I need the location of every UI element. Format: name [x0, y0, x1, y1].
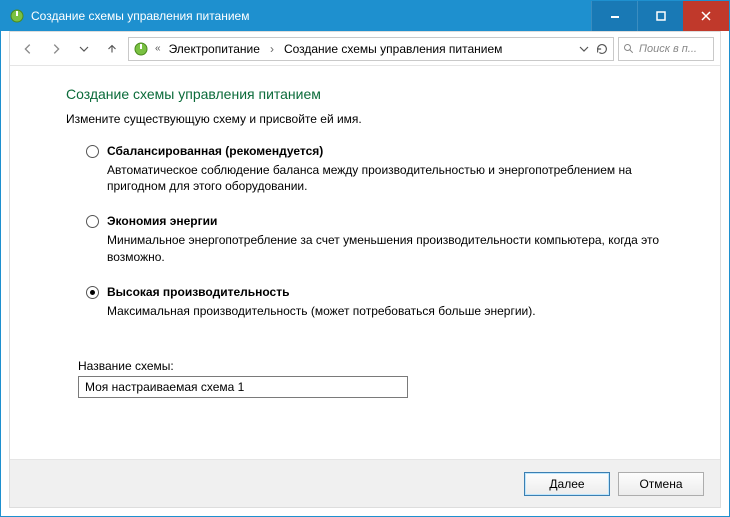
plan-name-label: Название схемы: [78, 359, 680, 373]
plan-name-input[interactable] [78, 376, 408, 398]
option-description: Автоматическое соблюдение баланса между … [107, 162, 667, 194]
nav-forward-button[interactable] [44, 37, 68, 61]
option-power-saver[interactable]: Экономия энергии Минимальное энергопотре… [66, 214, 680, 264]
breadcrumb-chevron-icon: « [153, 43, 163, 54]
option-balanced[interactable]: Сбалансированная (рекомендуется) Автомат… [66, 144, 680, 194]
window-controls [591, 1, 729, 31]
minimize-button[interactable] [591, 1, 637, 31]
search-placeholder: Поиск в п... [639, 43, 697, 55]
address-dropdown-icon[interactable] [579, 44, 589, 54]
footer-bar: Далее Отмена [10, 459, 720, 507]
option-description: Минимальное энергопотребление за счет ум… [107, 232, 667, 264]
cancel-button[interactable]: Отмена [618, 472, 704, 496]
close-button[interactable] [683, 1, 729, 31]
option-high-performance[interactable]: Высокая производительность Максимальная … [66, 285, 680, 319]
option-label: Высокая производительность [107, 285, 536, 299]
window-title: Создание схемы управления питанием [31, 9, 591, 23]
maximize-button[interactable] [637, 1, 683, 31]
radio-high-performance[interactable] [86, 286, 99, 299]
search-icon [623, 43, 635, 55]
navbar: « Электропитание › Создание схемы управл… [10, 32, 720, 66]
refresh-icon[interactable] [595, 42, 609, 56]
breadcrumb-root[interactable]: Электропитание [167, 42, 262, 56]
option-label: Сбалансированная (рекомендуется) [107, 144, 667, 158]
window-frame: Создание схемы управления питанием « Эле… [0, 0, 730, 517]
search-input[interactable]: Поиск в п... [618, 37, 714, 61]
radio-balanced[interactable] [86, 145, 99, 158]
address-bar[interactable]: « Электропитание › Создание схемы управл… [128, 37, 614, 61]
page-body: Создание схемы управления питанием Измен… [10, 66, 720, 398]
nav-back-button[interactable] [16, 37, 40, 61]
nav-up-button[interactable] [100, 37, 124, 61]
page-heading: Создание схемы управления питанием [66, 86, 680, 102]
titlebar[interactable]: Создание схемы управления питанием [1, 1, 729, 31]
breadcrumb-current[interactable]: Создание схемы управления питанием [282, 42, 504, 56]
content-frame: « Электропитание › Создание схемы управл… [9, 31, 721, 508]
option-description: Максимальная производительность (может п… [107, 303, 536, 319]
control-panel-icon [133, 41, 149, 57]
next-button[interactable]: Далее [524, 472, 610, 496]
plan-name-section: Название схемы: [66, 359, 680, 398]
breadcrumb-separator-icon: › [266, 42, 278, 56]
page-subtext: Измените существующую схему и присвойте … [66, 112, 680, 126]
option-label: Экономия энергии [107, 214, 667, 228]
radio-power-saver[interactable] [86, 215, 99, 228]
power-options-icon [9, 8, 25, 24]
nav-recent-button[interactable] [72, 37, 96, 61]
